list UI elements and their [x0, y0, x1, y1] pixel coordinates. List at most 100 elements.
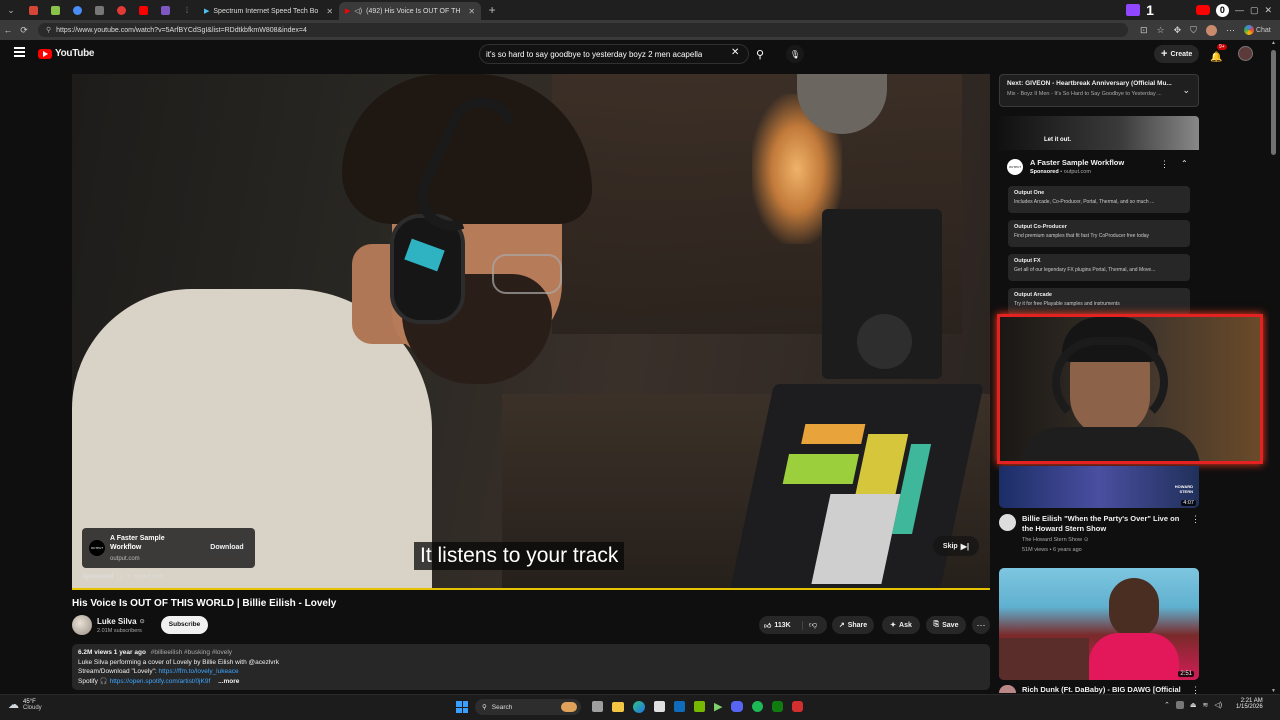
twitch-icon[interactable] [1126, 4, 1141, 16]
channel-name[interactable]: Luke Silva ⊙ [97, 617, 145, 626]
avatar[interactable] [1205, 24, 1217, 36]
recommended-channel-avatar-1[interactable] [999, 514, 1016, 531]
extension-tab-icon[interactable]: ⦙ [176, 0, 198, 20]
ask-button[interactable]: ✦ Ask [882, 616, 920, 634]
bookmark-star-icon[interactable]: ☆ [1157, 25, 1165, 36]
volume-icon[interactable]: ◁) [1214, 701, 1222, 709]
task-view-icon[interactable] [592, 701, 603, 712]
taskbar-search[interactable]: ⚲ Search [475, 699, 581, 715]
recommended-title-2[interactable]: Rich Dunk (Ft. DaBaby) - BIG DAWG [Offic… [1022, 685, 1182, 694]
sponsored-domain[interactable]: output.com [133, 574, 163, 580]
search-button[interactable]: ⚲ [749, 44, 771, 64]
new-tab-icon[interactable]: + [481, 0, 503, 20]
account-avatar[interactable] [1238, 46, 1253, 61]
menu-dots-icon[interactable]: ⋯ [1226, 25, 1235, 36]
sidebar-ad-header[interactable]: OUTPUT A Faster Sample Workflow Sponsore… [999, 150, 1199, 184]
site-info-icon[interactable]: ⚲ [46, 26, 51, 34]
recommended-thumbnail-1[interactable]: HOWARD STERN 4:07 [999, 466, 1199, 508]
chevron-down-icon[interactable]: ⌄ [1182, 85, 1190, 96]
scrollbar-thumb[interactable] [1271, 50, 1276, 155]
description-box[interactable]: 6.2M views 1 year ago #billieeilish #bus… [72, 644, 990, 690]
extension-0-icon[interactable]: 0 [1215, 3, 1229, 17]
more-actions-button[interactable]: ⋯ [972, 616, 990, 634]
clear-search-icon[interactable]: ✕ [731, 47, 739, 58]
media-player-icon[interactable]: ▶ [714, 700, 722, 713]
wifi-icon[interactable]: ≋ [1203, 701, 1209, 709]
scrollbar-up-arrow[interactable]: ▲ [1269, 40, 1278, 46]
nvidia-icon[interactable] [694, 701, 705, 712]
notifications-button[interactable]: 🔔 9+ [1210, 44, 1227, 63]
outlook-icon[interactable] [674, 701, 685, 712]
ad-item-co-producer[interactable]: Output Co-Producer Find premium samples … [1008, 220, 1190, 247]
maximize-icon[interactable]: ▢ [1250, 5, 1259, 16]
channel-avatar[interactable] [72, 615, 92, 635]
cloud-tab-icon[interactable] [66, 0, 88, 20]
youtube-logo[interactable]: YouTube [38, 48, 95, 59]
spotify-link[interactable]: https://open.spotify.com/artist/0jK9f [110, 678, 211, 685]
ad-item-output-one[interactable]: Output One Includes Arcade, Co-Producer,… [1008, 186, 1190, 213]
edge-icon[interactable] [633, 700, 645, 713]
stream-link[interactable]: https://ffm.to/lovely_lukeace [159, 668, 239, 675]
recommended-channel-1[interactable]: The Howard Stern Show ⊙ [1022, 537, 1089, 543]
ad-progress-bar[interactable] [72, 588, 990, 590]
info-icon[interactable]: ⓘ [117, 572, 123, 581]
ad-overlay-card[interactable]: OUTPUT A Faster Sample Workflow output.c… [82, 528, 255, 568]
shield-icon[interactable]: ⛉ [1190, 25, 1197, 36]
tray-app-icon[interactable] [1175, 701, 1184, 709]
like-button[interactable]: 👍︎ 113K [759, 620, 803, 630]
gmail-tab-icon[interactable] [22, 0, 44, 20]
more-vert-icon[interactable]: ⋮ [1191, 514, 1200, 525]
purple-tab-icon[interactable] [154, 0, 176, 20]
hashtags[interactable]: #billieeilish #busking #lovely [151, 649, 232, 656]
recommended-thumbnail-2[interactable]: 2:51 [999, 568, 1199, 680]
voice-search-button[interactable]: 🎙 [786, 45, 804, 63]
recommended-title-1[interactable]: Billie Eilish "When the Party's Over" Li… [1022, 514, 1182, 534]
subscribe-button[interactable]: Subscribe [161, 616, 208, 634]
ad-download-button[interactable]: Download [206, 539, 248, 557]
start-button[interactable] [456, 701, 468, 713]
more-vert-icon[interactable]: ⋮ [1160, 159, 1169, 170]
create-button[interactable]: + Create [1154, 45, 1200, 63]
weather-widget[interactable]: ☁ 45°F Cloudy [8, 698, 42, 712]
clock[interactable]: 2:21 AM 1/15/2026 [1236, 698, 1263, 710]
discord-icon[interactable] [731, 701, 744, 712]
file-explorer-icon[interactable] [612, 701, 624, 712]
tray-usb-icon[interactable]: ⏏ [1190, 701, 1197, 709]
tab-list-icon[interactable]: ⌄ [0, 0, 22, 20]
search-input[interactable]: it's so hard to say goodbye to yesterday… [479, 44, 749, 64]
profile-1-icon[interactable]: 1 [1146, 2, 1154, 18]
cast-icon[interactable]: ⊡ [1140, 25, 1148, 36]
url-field[interactable]: ⚲ https://www.youtube.com/watch?v=5ArfBY… [38, 23, 1128, 37]
tray-chevron-icon[interactable]: ⌃ [1164, 701, 1170, 709]
save-button[interactable]: ⎘ Save [926, 616, 966, 634]
ad-item-fx[interactable]: Output FX Get all of our legendary FX pl… [1008, 254, 1190, 281]
reload-icon[interactable]: ⟳ [16, 25, 32, 36]
tab-youtube-video[interactable]: ▶ ◁) (492) His Voice Is OUT OF TH ✕ [339, 2, 482, 20]
ad-item-arcade[interactable]: Output Arcade Try it for free Playable s… [1008, 288, 1190, 315]
chevron-up-icon[interactable]: ⌃ [1181, 159, 1188, 168]
obs-icon[interactable] [792, 701, 804, 712]
xbox-icon[interactable] [772, 701, 784, 712]
recommended-channel-avatar-2[interactable] [999, 685, 1016, 693]
extension-icon[interactable]: ✥ [1174, 25, 1182, 36]
sheets-tab-icon[interactable] [44, 0, 66, 20]
close-window-icon[interactable]: ✕ [1264, 5, 1272, 16]
youtube-extension-icon[interactable] [1195, 5, 1210, 15]
youtube-tab-icon[interactable] [132, 0, 154, 20]
spotify-icon[interactable] [752, 701, 764, 712]
doc-tab-icon[interactable] [88, 0, 110, 20]
page-scrollbar[interactable]: ▲ ▼ [1269, 40, 1278, 694]
skip-ad-button[interactable]: Skip ▶| [933, 536, 979, 556]
dislike-button[interactable]: 👎︎ [803, 620, 817, 630]
share-button[interactable]: ↗ Share [832, 616, 874, 634]
ad-banner-image[interactable]: Let it out. [999, 116, 1199, 150]
tab-speed-test[interactable]: ▶ Spectrum Internet Speed Tech Bo ✕ [198, 2, 339, 20]
minimize-icon[interactable]: — [1235, 5, 1244, 15]
record-tab-icon[interactable] [110, 0, 132, 20]
back-icon[interactable]: ← [0, 25, 16, 35]
hamburger-menu-icon[interactable] [14, 47, 25, 57]
next-up-panel[interactable]: Next: GIVĒON - Heartbreak Anniversary (O… [999, 74, 1199, 107]
chat-icon[interactable]: Chat [1243, 25, 1271, 35]
video-player[interactable]: It listens to your track OUTPUT A Faster… [72, 74, 990, 590]
store-icon[interactable] [654, 701, 665, 712]
